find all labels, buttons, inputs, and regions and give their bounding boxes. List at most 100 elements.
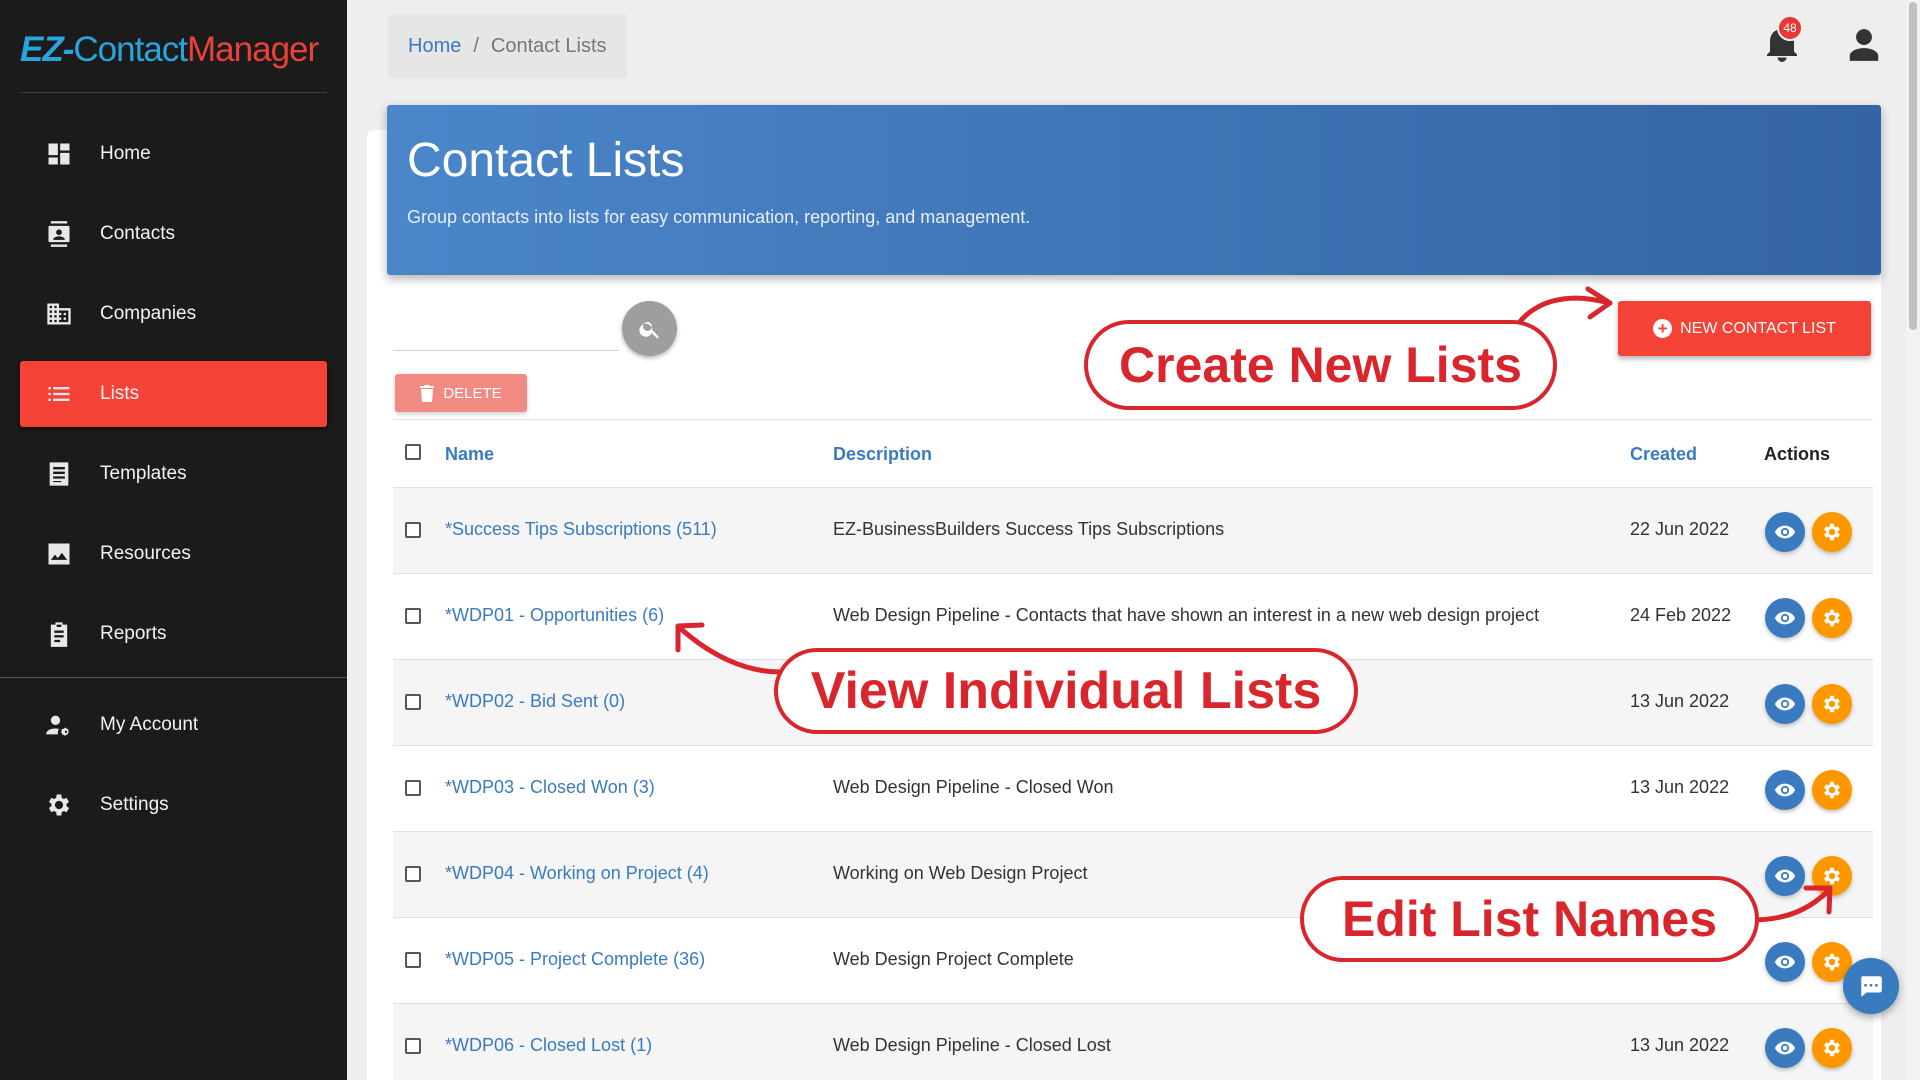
annotation-create-new-lists: Create New Lists bbox=[1084, 320, 1557, 410]
sidebar-item-label: Home bbox=[100, 143, 151, 164]
dashboard-icon bbox=[45, 140, 73, 168]
view-list-button[interactable] bbox=[1765, 942, 1805, 982]
template-icon bbox=[45, 460, 73, 488]
breadcrumb: Home / Contact Lists bbox=[388, 14, 627, 78]
logo-manager: Manager bbox=[187, 30, 319, 69]
user-avatar-icon[interactable] bbox=[1845, 26, 1883, 64]
table-row: *Success Tips Subscriptions (511) EZ-Bus… bbox=[393, 487, 1873, 573]
contact-card-icon bbox=[45, 220, 73, 248]
sidebar-item-home[interactable]: Home bbox=[20, 121, 327, 187]
edit-list-button[interactable] bbox=[1812, 684, 1852, 724]
logo-ez: EZ- bbox=[20, 30, 74, 69]
image-icon bbox=[45, 540, 73, 568]
edit-list-button[interactable] bbox=[1812, 770, 1852, 810]
view-list-button[interactable] bbox=[1765, 770, 1805, 810]
view-list-button[interactable] bbox=[1765, 1028, 1805, 1068]
sidebar-item-label: Resources bbox=[100, 543, 191, 564]
list-created-date: 13 Jun 2022 bbox=[1630, 691, 1730, 711]
column-header-created[interactable]: Created bbox=[1630, 444, 1697, 465]
table-row: *WDP06 - Closed Lost (1) Web Design Pipe… bbox=[393, 1003, 1873, 1080]
edit-list-button[interactable] bbox=[1812, 1028, 1852, 1068]
list-name-link[interactable]: *WDP05 - Project Complete (36) bbox=[445, 949, 705, 970]
row-checkbox[interactable] bbox=[405, 952, 421, 968]
list-description: Web Design Pipeline - Closed Lost bbox=[833, 1035, 1111, 1055]
sidebar-item-lists[interactable]: Lists bbox=[20, 361, 327, 427]
page-title: Contact Lists bbox=[407, 134, 685, 187]
table-row: *WDP01 - Opportunities (6) Web Design Pi… bbox=[393, 573, 1873, 659]
sidebar-item-label: Settings bbox=[100, 794, 169, 815]
list-description: Web Design Pipeline - Contacts that have… bbox=[833, 605, 1540, 625]
view-list-button[interactable] bbox=[1765, 512, 1805, 552]
page-subtitle: Group contacts into lists for easy commu… bbox=[407, 207, 1031, 227]
eye-icon bbox=[1774, 611, 1796, 625]
sidebar-item-label: Templates bbox=[100, 463, 187, 484]
breadcrumb-separator: / bbox=[473, 34, 479, 57]
eye-icon bbox=[1774, 1041, 1796, 1055]
chat-bubble-icon bbox=[1861, 976, 1882, 997]
gear-icon bbox=[45, 791, 73, 819]
sidebar-item-label: Reports bbox=[100, 623, 167, 644]
list-name-link[interactable]: *WDP06 - Closed Lost (1) bbox=[445, 1035, 652, 1056]
list-name-link[interactable]: *Success Tips Subscriptions (511) bbox=[445, 519, 717, 540]
column-header-name[interactable]: Name bbox=[445, 444, 494, 465]
sidebar-item-label: My Account bbox=[100, 714, 199, 735]
gear-icon bbox=[1824, 867, 1840, 885]
sidebar-item-my-account[interactable]: My Account bbox=[20, 692, 327, 758]
sidebar-item-settings[interactable]: Settings bbox=[20, 772, 327, 838]
row-checkbox[interactable] bbox=[405, 866, 421, 882]
gear-icon bbox=[1824, 523, 1840, 541]
delete-button[interactable]: DELETE bbox=[395, 374, 527, 412]
list-created-date: 22 Jun 2022 bbox=[1630, 519, 1730, 539]
edit-list-button[interactable] bbox=[1812, 512, 1852, 552]
eye-icon bbox=[1774, 869, 1796, 883]
edit-list-button[interactable] bbox=[1812, 598, 1852, 638]
plus-circle-icon: + bbox=[1653, 319, 1673, 338]
list-name-link[interactable]: *WDP01 - Opportunities (6) bbox=[445, 605, 664, 626]
sidebar-item-templates[interactable]: Templates bbox=[20, 441, 327, 507]
table-row: *WDP03 - Closed Won (3) Web Design Pipel… bbox=[393, 745, 1873, 831]
list-created-date: 13 Jun 2022 bbox=[1630, 777, 1730, 797]
list-description: Web Design Project Complete bbox=[833, 949, 1074, 969]
column-header-description[interactable]: Description bbox=[833, 444, 932, 465]
table-header: Name Description Created Actions bbox=[393, 419, 1873, 487]
edit-list-button[interactable] bbox=[1812, 856, 1852, 896]
new-contact-list-button[interactable]: + NEW CONTACT LIST bbox=[1618, 301, 1871, 356]
sidebar-item-label: Contacts bbox=[100, 223, 175, 244]
row-checkbox[interactable] bbox=[405, 1038, 421, 1054]
view-list-button[interactable] bbox=[1765, 684, 1805, 724]
page-scrollbar-thumb[interactable] bbox=[1909, 2, 1917, 330]
eye-icon bbox=[1774, 783, 1796, 797]
list-name-link[interactable]: *WDP02 - Bid Sent (0) bbox=[445, 691, 625, 712]
row-checkbox[interactable] bbox=[405, 608, 421, 624]
app-logo[interactable]: EZ- Contact Manager bbox=[20, 28, 319, 72]
sidebar-item-contacts[interactable]: Contacts bbox=[20, 201, 327, 267]
sidebar-item-reports[interactable]: Reports bbox=[20, 601, 327, 667]
logo-contact: Contact bbox=[73, 30, 188, 69]
search-input[interactable] bbox=[393, 305, 619, 351]
select-all-checkbox[interactable] bbox=[405, 444, 421, 460]
row-checkbox[interactable] bbox=[405, 694, 421, 710]
search-button[interactable] bbox=[622, 301, 677, 356]
list-description: EZ-BusinessBuilders Success Tips Subscri… bbox=[833, 519, 1225, 539]
view-list-button[interactable] bbox=[1765, 856, 1805, 896]
breadcrumb-home-link[interactable]: Home bbox=[408, 35, 461, 58]
list-description: Web Design Pipeline - Closed Won bbox=[833, 777, 1114, 797]
eye-icon bbox=[1774, 525, 1796, 539]
sidebar: EZ- Contact Manager Home Contacts Companie… bbox=[0, 0, 347, 1080]
row-checkbox[interactable] bbox=[405, 780, 421, 796]
list-name-link[interactable]: *WDP04 - Working on Project (4) bbox=[445, 863, 709, 884]
chat-button[interactable] bbox=[1843, 958, 1899, 1014]
delete-button-label: DELETE bbox=[443, 384, 502, 402]
logo-divider bbox=[20, 92, 327, 93]
user-gear-icon bbox=[45, 711, 73, 739]
list-created-date: 13 Jun 2022 bbox=[1630, 1035, 1730, 1055]
view-list-button[interactable] bbox=[1765, 598, 1805, 638]
list-name-link[interactable]: *WDP03 - Closed Won (3) bbox=[445, 777, 655, 798]
eye-icon bbox=[1774, 697, 1796, 711]
sidebar-item-resources[interactable]: Resources bbox=[20, 521, 327, 587]
row-checkbox[interactable] bbox=[405, 522, 421, 538]
notification-badge: 48 bbox=[1777, 15, 1803, 41]
gear-icon bbox=[1824, 695, 1840, 713]
breadcrumb-current: Contact Lists bbox=[490, 34, 607, 57]
sidebar-item-companies[interactable]: Companies bbox=[20, 281, 327, 347]
